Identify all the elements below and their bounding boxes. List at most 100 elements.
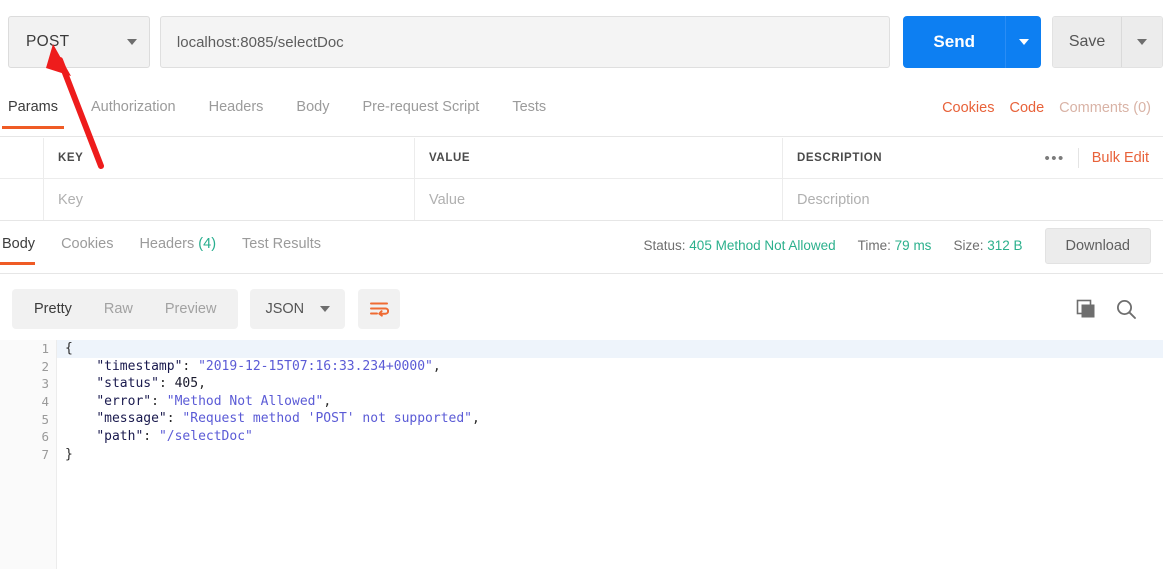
params-value-input[interactable]: Value — [415, 179, 783, 220]
http-method-select[interactable]: POST — [8, 16, 150, 68]
code-token: "Request method 'POST' not supported" — [182, 411, 473, 427]
code-token: : — [151, 393, 167, 409]
params-header-key-label: KEY — [58, 152, 84, 164]
request-tab-headers[interactable]: Headers — [209, 99, 264, 129]
save-options-button[interactable] — [1121, 17, 1162, 67]
params-row-checkbox-cell[interactable] — [0, 179, 44, 220]
response-tab-headers-label: Headers — [139, 236, 195, 252]
status-value: 405 Method Not Allowed — [689, 238, 836, 253]
params-header-value-label: VALUE — [429, 152, 471, 164]
bulk-edit-link[interactable]: Bulk Edit — [1092, 150, 1149, 166]
save-button[interactable]: Save — [1053, 17, 1122, 67]
code-line: "path": "/selectDoc" — [57, 428, 1163, 446]
code-token: , — [432, 358, 441, 374]
size-value: 312 B — [987, 238, 1023, 253]
more-options-icon[interactable]: ••• — [1045, 151, 1065, 166]
code-token: { — [65, 341, 73, 356]
body-view-preview[interactable]: Preview — [149, 301, 233, 317]
code-token: "message" — [96, 411, 167, 427]
response-tabs: Body Cookies Headers (4) Test Results St… — [0, 227, 1163, 274]
save-button-group: Save — [1052, 16, 1163, 68]
response-tab-headers[interactable]: Headers (4) — [139, 236, 216, 265]
request-tab-authorization[interactable]: Authorization — [91, 99, 176, 129]
params-description-input[interactable]: Description — [783, 179, 1163, 220]
params-key-input[interactable]: Key — [44, 179, 415, 220]
code-token: "error" — [96, 393, 152, 409]
code-content: { "timestamp": "2019-12-15T07:16:33.234+… — [57, 340, 1163, 569]
params-header-row: KEY VALUE DESCRIPTION ••• Bulk Edit — [0, 138, 1163, 179]
divider — [1077, 148, 1079, 168]
response-tab-body[interactable]: Body — [0, 236, 36, 265]
code-line: "timestamp": "2019-12-15T07:16:33.234+00… — [57, 358, 1163, 376]
code-line: } — [57, 446, 1163, 464]
code-line: "message": "Request method 'POST' not su… — [57, 410, 1163, 428]
response-body-code-view[interactable]: 12 3 45 67 { "timestamp": "2019-12-15T07:16… — [0, 340, 1163, 569]
request-tab-pre-request-script[interactable]: Pre-request Script — [362, 99, 479, 129]
size-group: Size: 312 B — [953, 238, 1022, 253]
response-tab-test-results[interactable]: Test Results — [242, 236, 321, 265]
comments-link[interactable]: Comments (0) — [1059, 100, 1151, 116]
response-body-toolbar: Pretty Raw Preview JSON — [0, 281, 1163, 337]
params-key-placeholder: Key — [58, 191, 83, 208]
params-header-actions: ••• Bulk Edit — [1045, 148, 1149, 168]
code-link[interactable]: Code — [1009, 100, 1044, 116]
response-tab-cookies[interactable]: Cookies — [61, 236, 113, 265]
response-headers-count: (4) — [198, 236, 217, 252]
params-header-checkbox-cell — [0, 138, 44, 178]
code-token: "status" — [96, 376, 159, 392]
search-button[interactable] — [1115, 298, 1137, 320]
chevron-down-icon — [320, 306, 331, 312]
code-token: "Method Not Allowed" — [166, 393, 324, 409]
body-format-label: JSON — [265, 301, 305, 317]
code-token: : — [143, 428, 159, 444]
request-tab-tests[interactable]: Tests — [512, 99, 546, 129]
request-tab-params[interactable]: Params — [2, 99, 64, 129]
download-button[interactable]: Download — [1044, 227, 1151, 264]
code-line-number: 7 — [41, 446, 49, 462]
code-line: "status": 405, — [57, 375, 1163, 393]
request-url-input[interactable]: localhost:8085/selectDoc — [159, 16, 891, 68]
body-view-pretty[interactable]: Pretty — [18, 301, 88, 317]
code-line-number: 3 — [41, 376, 49, 392]
code-token: "2019-12-15T07:16:33.234+0000" — [198, 358, 433, 374]
body-format-select[interactable]: JSON — [250, 289, 346, 329]
time-group: Time: 79 ms — [858, 238, 932, 253]
time-value: 79 ms — [894, 238, 932, 253]
code-gutter: 12 3 45 67 — [0, 340, 69, 569]
response-meta: Status: 405 Method Not Allowed Time: 79 … — [644, 238, 1023, 263]
size-label: Size: — [953, 238, 984, 253]
word-wrap-icon — [370, 302, 390, 317]
code-token: } — [65, 446, 73, 462]
params-value-placeholder: Value — [429, 191, 466, 208]
status-group: Status: 405 Method Not Allowed — [644, 238, 836, 253]
params-row: Key Value Description — [0, 179, 1163, 220]
code-line-number: 6 — [41, 429, 49, 445]
cookies-link[interactable]: Cookies — [942, 100, 994, 116]
code-line: "error": "Method Not Allowed", — [57, 393, 1163, 411]
send-options-button[interactable] — [1005, 16, 1042, 68]
chevron-down-icon — [1018, 39, 1029, 45]
request-tabs-actions: Cookies Code Comments (0) — [942, 100, 1163, 128]
body-view-raw[interactable]: Raw — [88, 301, 149, 317]
send-button-group: Send — [903, 16, 1042, 68]
code-line: { — [57, 340, 1163, 358]
code-token: : — [158, 376, 175, 392]
postman-window: POST localhost:8085/selectDoc Send Save … — [0, 0, 1163, 569]
request-tabs: Params Authorization Headers Body Pre-re… — [0, 92, 1163, 137]
code-token: , — [472, 411, 480, 427]
copy-button[interactable] — [1076, 299, 1097, 320]
chevron-down-icon — [1137, 39, 1148, 45]
send-button[interactable]: Send — [903, 16, 1006, 68]
request-bar: POST localhost:8085/selectDoc Send Save — [0, 0, 1163, 84]
word-wrap-button[interactable] — [358, 289, 401, 329]
params-header-description: DESCRIPTION ••• Bulk Edit — [783, 138, 1163, 178]
code-token: , — [323, 393, 332, 409]
body-view-switch: Pretty Raw Preview — [12, 289, 239, 329]
params-table: KEY VALUE DESCRIPTION ••• Bulk Edit Key … — [0, 138, 1163, 221]
request-tab-body[interactable]: Body — [296, 99, 329, 129]
time-label: Time: — [857, 238, 891, 253]
